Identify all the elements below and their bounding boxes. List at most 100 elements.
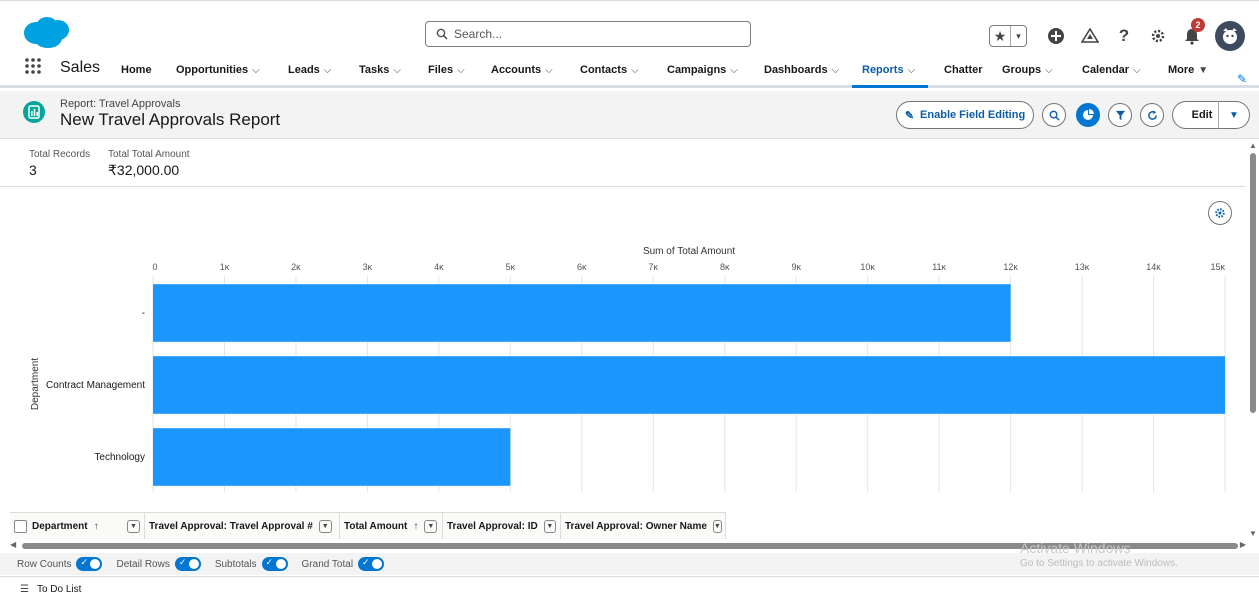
global-search[interactable]: Search... [425,21,751,47]
column-header-travel-approval-number[interactable]: Travel Approval: Travel Approval # ▼ [145,513,340,539]
total-amount-value: ₹32,000.00 [108,162,180,178]
nav-item-opportunities[interactable]: Opportunities ⌵ [176,64,260,76]
report-summary: Total Records 3 Total Total Amount ₹32,0… [0,139,1245,187]
x-tick-label: 12ĸ [1003,262,1018,272]
edit-nav-pencil-icon[interactable]: ✎ [1237,72,1247,86]
report-table-header: Department ↑ ▼ Travel Approval: Travel A… [10,512,726,539]
column-menu-icon[interactable]: ▼ [712,519,722,533]
column-header-owner-name[interactable]: Travel Approval: Owner Name ▼ [561,513,726,539]
filter-button[interactable] [1108,103,1132,127]
x-tick-label: 9ĸ [791,262,801,272]
row-counts-toggle[interactable]: Row Counts ✓ [17,557,103,571]
sort-ascending-icon[interactable]: ↑ [413,521,418,532]
nav-items: Home Opportunities ⌵ Leads ⌵ Tasks ⌵ Files ⌵… [0,64,1259,86]
chevron-down-icon[interactable]: ⌵ [393,65,401,76]
chart-toggle-button[interactable] [1076,103,1100,127]
nav-item-calendar[interactable]: Calendar ⌵ [1082,64,1141,76]
scroll-left-icon[interactable]: ◀ [10,540,16,549]
chevron-down-icon[interactable]: ⌵ [730,65,738,76]
nav-item-files[interactable]: Files ⌵ [428,64,465,76]
x-tick-label: 3ĸ [363,262,373,272]
nav-item-chatter[interactable]: Chatter [944,64,983,76]
chevron-down-icon[interactable]: ⌵ [1045,65,1053,76]
check-icon: ✓ [80,557,89,567]
column-header-department[interactable]: Department ↑ ▼ [10,513,145,539]
column-header-total-amount[interactable]: Total Amount ↑ ▼ [340,513,443,539]
total-records: Total Records 3 [29,149,90,178]
nav-item-campaigns[interactable]: Campaigns ⌵ [667,64,738,76]
header-icons: ★ ▾ ? 2 [989,18,1245,51]
scrollbar-thumb[interactable] [1250,153,1256,413]
column-menu-icon[interactable]: ▼ [127,519,140,533]
scroll-down-icon[interactable]: ▼ [1249,529,1257,538]
column-header-travel-approval-id[interactable]: Travel Approval: ID ▼ [443,513,561,539]
notification-badge: 2 [1191,18,1205,32]
nav-item-home[interactable]: Home [121,64,152,76]
chevron-down-icon[interactable]: ⌵ [1133,65,1141,76]
chevron-down-icon[interactable]: ⌵ [631,65,639,76]
sort-ascending-icon[interactable]: ↑ [94,521,99,532]
active-tab-indicator [852,85,928,88]
x-tick-label: 6ĸ [577,262,587,272]
category-label: - [142,308,145,319]
column-menu-icon[interactable]: ▼ [424,519,438,533]
toggle-label: Subtotals [214,558,257,570]
chart-area: Sum of Total Amount 0 1ĸ 2ĸ 3ĸ 4ĸ 5ĸ 6ĸ 7ĸ 8ĸ 9ĸ 10… [0,188,1245,510]
caret-down-icon[interactable]: ▼ [1198,65,1208,76]
chart-properties-button[interactable] [1208,201,1232,225]
help-icon[interactable]: ? [1111,23,1137,49]
x-tick-label: 8ĸ [720,262,730,272]
x-tick-label: 1ĸ [220,262,230,272]
gear-icon[interactable] [1145,23,1171,49]
star-icon[interactable]: ★ [990,28,1010,45]
nav-item-leads[interactable]: Leads ⌵ [288,64,331,76]
nav-item-accounts[interactable]: Accounts ⌵ [491,64,553,76]
chevron-down-icon[interactable]: ⌵ [908,65,916,76]
edit-menu-dropdown[interactable]: ▼ [1218,101,1250,129]
gear-icon [1215,208,1225,218]
report-type-label: Report: Travel Approvals [60,98,181,110]
nav-item-contacts[interactable]: Contacts ⌵ [580,64,639,76]
nav-item-reports[interactable]: Reports ⌵ [862,64,915,76]
chevron-down-icon[interactable]: ⌵ [252,65,260,76]
app-navigation: Sales Home Opportunities ⌵ Leads ⌵ Tasks ⌵ … [0,56,1259,88]
toggle-label: Grand Total [301,558,354,570]
grand-total-toggle[interactable]: Grand Total ✓ [302,557,385,571]
salesforce-cloud-logo[interactable] [22,15,70,49]
chevron-down-icon[interactable]: ▾ [1010,26,1026,46]
column-menu-icon[interactable]: ▼ [543,519,556,533]
chevron-down-icon[interactable]: ⌵ [457,65,465,76]
favorites-group[interactable]: ★ ▾ [989,25,1027,47]
detail-rows-toggle[interactable]: Detail Rows ✓ [116,557,201,571]
toggle-switch[interactable]: ✓ [76,557,103,571]
watermark-subtitle: Go to Settings to activate Windows. [1020,558,1178,569]
toggle-switch[interactable]: ✓ [174,557,201,571]
bell-icon[interactable]: 2 [1179,18,1205,49]
column-menu-icon[interactable]: ▼ [318,519,332,533]
report-icon [23,101,45,123]
toggle-switch[interactable]: ✓ [358,557,385,571]
vertical-scrollbar[interactable]: ▲ ▼ [1246,139,1259,539]
subtotals-toggle[interactable]: Subtotals ✓ [215,557,288,571]
nav-item-dashboards[interactable]: Dashboards ⌵ [764,64,839,76]
refresh-button[interactable] [1140,103,1164,127]
scroll-up-icon[interactable]: ▲ [1249,141,1257,150]
select-all-checkbox[interactable] [14,519,27,533]
total-records-value: 3 [29,162,37,178]
nav-item-more[interactable]: More ▼ [1168,64,1208,76]
toggle-switch[interactable]: ✓ [261,557,288,571]
search-report-button[interactable] [1042,103,1066,127]
chevron-down-icon[interactable]: ⌵ [545,65,553,76]
to-do-list-button[interactable]: To Do List [37,584,81,595]
x-tick-label: 11ĸ [932,262,946,272]
refresh-icon [1147,109,1157,120]
avatar[interactable] [1215,21,1245,51]
nav-item-tasks[interactable]: Tasks ⌵ [359,64,401,76]
chevron-down-icon[interactable]: ⌵ [324,65,332,76]
chevron-down-icon[interactable]: ⌵ [832,65,840,76]
enable-field-editing-button[interactable]: ✎ Enable Field Editing [896,101,1034,129]
trailhead-icon[interactable] [1077,23,1103,49]
nav-item-groups[interactable]: Groups ⌵ [1002,64,1053,76]
page-title: New Travel Approvals Report [60,110,281,129]
add-icon[interactable] [1043,23,1069,49]
